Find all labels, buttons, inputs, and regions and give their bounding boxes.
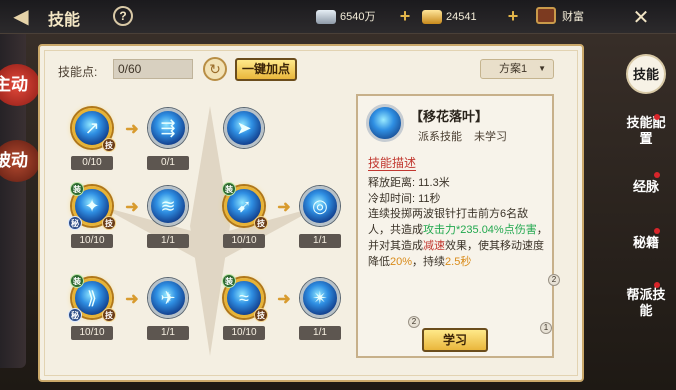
close-icon[interactable]: ✕ [628,6,654,30]
tab-active-skills[interactable]: 主动 [0,64,40,106]
skill-badge: 秘 [68,216,82,230]
tab-meridians[interactable]: 经脉 [624,180,668,196]
skill-points-value: 0/60 [113,59,193,79]
skill-description: 连续投掷两波银针打击前方6名敌人，共造成攻击力*235.04%点伤害，并对其造成… [368,208,548,268]
tab-passive-skills[interactable]: 被动 [0,140,40,182]
tab-skills[interactable]: 技能 [626,54,666,94]
plan-dropdown[interactable]: 方案1 ▼ [480,59,554,79]
skill-icon: ⇶ [160,118,176,138]
skill-points-label: 技能点: [58,65,98,79]
page-marker: 2 [548,274,560,286]
arrow-right-icon: ➜ [277,291,291,308]
skill-detail-icon [366,104,404,142]
add-gold-button[interactable]: + [504,6,522,26]
back-button[interactable]: ◀ [4,3,38,31]
skill-badge: 装 [222,182,236,196]
gold-ingot-icon [422,10,442,25]
gold-counter: 24541 [422,7,477,27]
skill-badge: 装 [222,274,236,288]
notification-dot [654,228,660,234]
top-bar: ◀ 技能 ? 6540万 + 24541 + 财富 ✕ [0,0,676,34]
silver-counter: 6540万 [316,7,375,27]
notification-dot [654,172,660,178]
skill-badge: 技 [102,138,116,152]
skill-level-count: 1/1 [299,234,341,248]
chevron-down-icon: ▼ [538,64,546,73]
skill-node[interactable]: ≋ [148,186,188,226]
skill-panel: 技能点: 0/60 ↻ 一键加点 方案1 ▼ ↗ 技 0/10 ➜ ⇶ 0/1 ➤ ✦ 装秘技 10… [38,44,584,382]
notification-dot [654,114,660,120]
help-button[interactable]: ? [113,6,133,26]
skill-type: 派系技能 [418,131,462,143]
silver-icon [316,10,336,25]
skill-badge: 技 [254,308,268,322]
arrow-right-icon: ➜ [125,121,139,138]
skill-badge: 技 [102,216,116,230]
skill-node[interactable]: ✴ [300,278,340,318]
skill-level-count: 0/10 [71,156,113,170]
skill-node[interactable]: ✈ [148,278,188,318]
skill-level-count: 1/1 [147,326,189,340]
skill-level-count: 10/10 [71,326,113,340]
game-screen: 主动 被动 ◀ 技能 ? 6540万 + 24541 + 财富 ✕ 技能点: 0… [0,0,676,390]
auto-assign-button[interactable]: 一键加点 [235,58,297,81]
skill-level-count: 10/10 [71,234,113,248]
page-marker: 2 [408,316,420,328]
tab-secret-manuals[interactable]: 秘籍 [624,236,668,252]
treasure-chest-icon[interactable] [536,7,556,24]
page-marker: 1 [540,322,552,334]
skill-detail-card: 【移花落叶】 派系技能 未学习 技能描述 释放距离: 11.3米 冷却时间: 1… [356,94,560,358]
skill-icon: ✈ [160,288,176,308]
skill-range: 释放距离: 11.3米 [368,177,450,189]
page-title: 技能 [48,10,81,29]
skill-badge: 装 [70,182,84,196]
tab-guild-skills[interactable]: 帮派技能 [624,288,668,320]
skill-icon: ≋ [160,196,176,216]
skill-status: 未学习 [474,131,507,143]
skill-cooldown: 冷却时间: 11秒 [368,193,441,205]
skill-level-count: 0/1 [147,156,189,170]
arrow-right-icon: ➜ [125,199,139,216]
skill-name: 【移花落叶】 [410,109,489,124]
skill-description-heading: 技能描述 [368,156,417,171]
skill-node[interactable]: ➤ [224,108,264,148]
skill-node[interactable]: ◎ [300,186,340,226]
learn-button[interactable]: 学习 [422,328,488,352]
wealth-label[interactable]: 财富 [562,7,584,27]
add-silver-button[interactable]: + [396,6,414,26]
skill-node[interactable]: ⇶ [148,108,188,148]
skill-icon: ➤ [236,118,252,138]
skill-level-count: 1/1 [299,326,341,340]
notification-dot [654,282,660,288]
skill-level-count: 10/10 [223,326,265,340]
reset-icon[interactable]: ↻ [203,57,227,81]
skill-badge: 秘 [68,308,82,322]
skill-badge: 技 [254,216,268,230]
arrow-right-icon: ➜ [125,291,139,308]
skill-badge: 技 [102,308,116,322]
skill-level-count: 10/10 [223,234,265,248]
arrow-right-icon: ➜ [277,199,291,216]
skill-level-count: 1/1 [147,234,189,248]
tab-skill-config[interactable]: 技能配置 [624,116,668,148]
skill-icon: ◎ [312,196,328,216]
skill-badge: 装 [70,274,84,288]
skill-icon: ✴ [312,288,328,308]
